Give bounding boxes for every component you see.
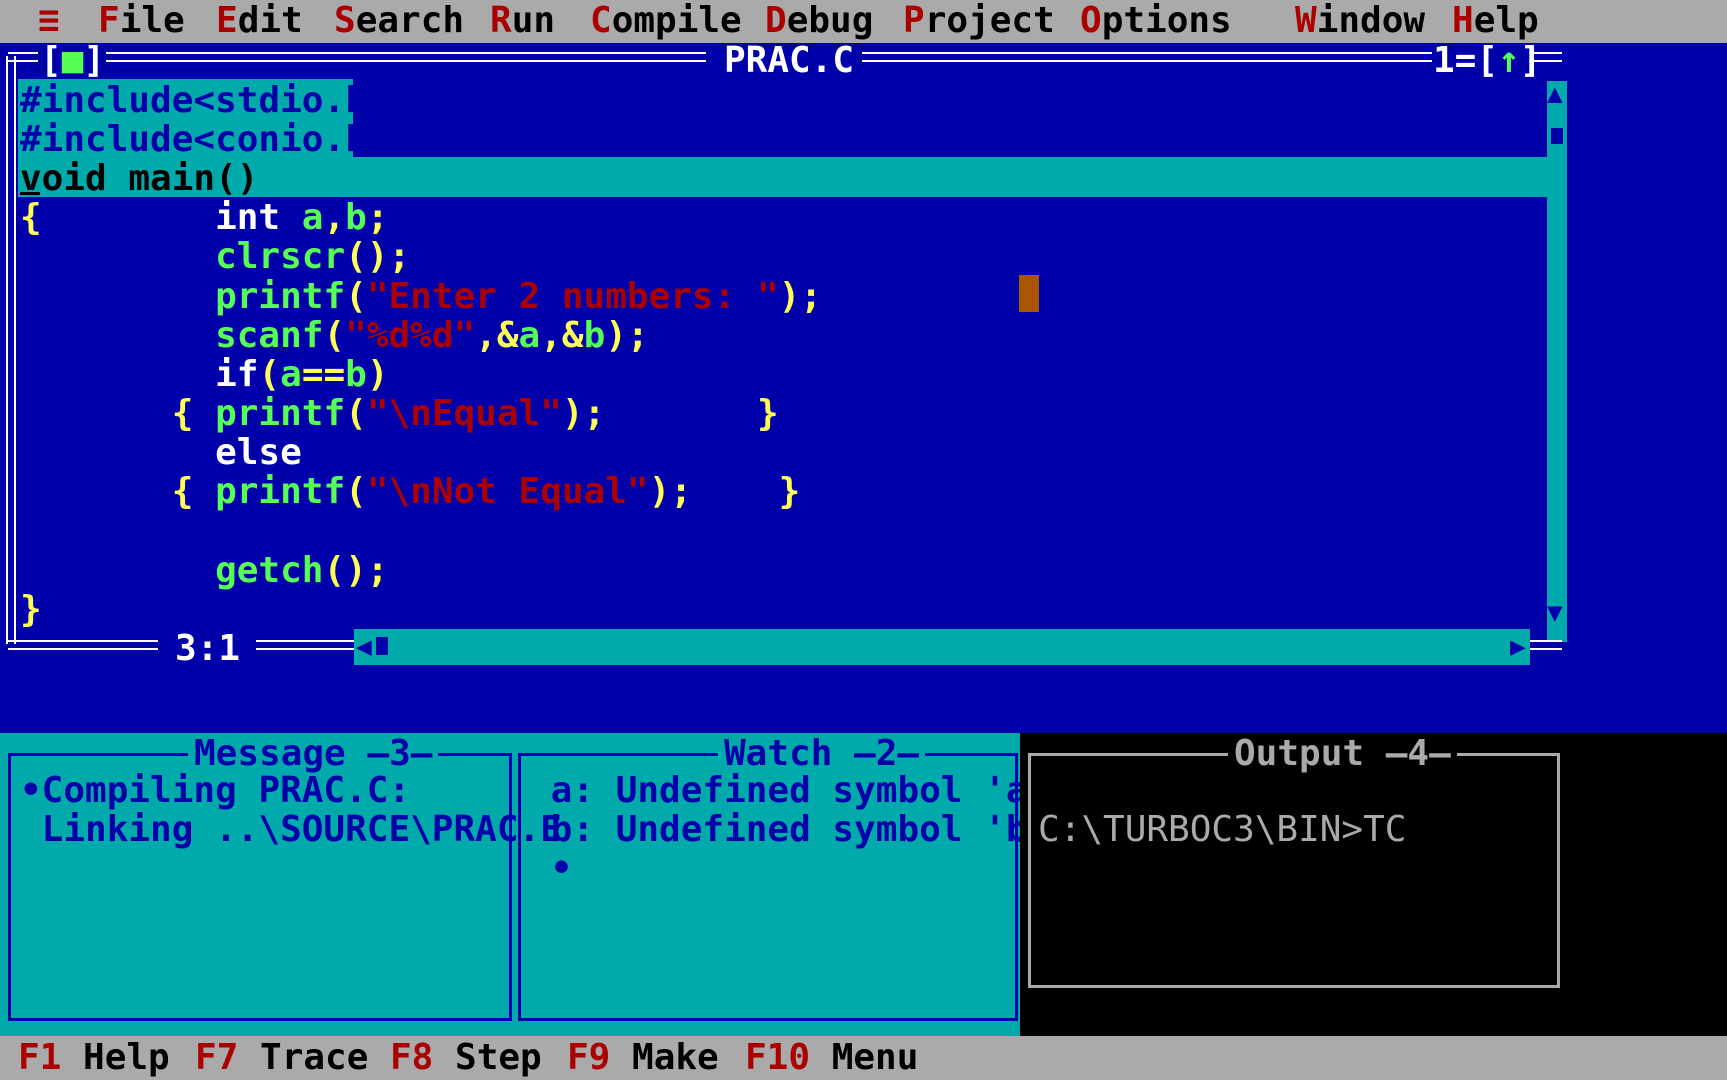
code-line[interactable]: #include<stdio.h>: [20, 83, 388, 119]
scroll-down-arrow-icon[interactable]: ▼: [1547, 600, 1563, 626]
message-line: Linking ..\SOURCE\PRAC.E: [20, 809, 562, 850]
output-line: C:\TURBOC3\BIN>TC: [1038, 809, 1407, 850]
status-bar: F1 Help F7 Trace F8 Step F9 Make F10 Men…: [0, 1036, 1727, 1080]
code-line[interactable]: { printf("\nNot Equal"); }: [20, 474, 801, 510]
fkey-step[interactable]: F8 Step: [390, 1040, 542, 1076]
panel-area: Message —3— •Compiling PRAC.C: Linking .…: [0, 733, 1727, 1036]
code-line[interactable]: }: [20, 592, 42, 628]
output-panel[interactable]: Output —4— C:\TURBOC3\BIN>TC: [1020, 733, 1727, 1036]
scroll-right-arrow-icon[interactable]: ▶: [1510, 634, 1526, 660]
menu-compile[interactable]: Compile: [590, 3, 742, 39]
menu-project[interactable]: Project: [903, 3, 1055, 39]
code-line[interactable]: #include<conio.h>: [20, 122, 388, 158]
vertical-scrollbar[interactable]: [1547, 81, 1567, 642]
menu-edit[interactable]: Edit: [216, 3, 303, 39]
code-line[interactable]: { int a,b;: [20, 200, 389, 236]
fkey-menu[interactable]: F10 Menu: [745, 1040, 918, 1076]
block-cursor: [1019, 275, 1039, 312]
editor-close-button[interactable]: [■]: [40, 43, 105, 79]
cursor-position: 3:1: [175, 628, 241, 669]
editor-frame-left: [6, 56, 16, 644]
fkey-make[interactable]: F9 Make: [567, 1040, 719, 1076]
text-cursor-underline: [20, 192, 40, 195]
fkey-help[interactable]: F1 Help: [18, 1040, 170, 1076]
menu-bar: ≡ File Edit Search Run Compile Debug Pro…: [0, 0, 1727, 43]
editor-frame-bottom-end: [1530, 640, 1562, 650]
menu-window[interactable]: Window: [1295, 3, 1425, 39]
code-line[interactable]: printf("Enter 2 numbers: ");: [20, 279, 822, 315]
output-frame: [1028, 753, 1560, 988]
watch-line: b: Undefined symbol 'b': [529, 809, 1050, 850]
scroll-up-arrow-icon[interactable]: ▲: [1547, 81, 1563, 107]
hscroll-thumb[interactable]: [376, 637, 388, 655]
code-line[interactable]: else: [20, 435, 302, 471]
scroll-thumb[interactable]: [1551, 128, 1563, 144]
editor-frame-top-right: [862, 52, 1432, 62]
menu-options[interactable]: Options: [1080, 3, 1232, 39]
watch-panel[interactable]: Watch —2— a: Undefined symbol 'a' b: Und…: [515, 733, 1049, 1036]
menu-run[interactable]: Run: [490, 3, 555, 39]
code-line[interactable]: { printf("\nEqual"); }: [20, 396, 779, 432]
editor-window-number[interactable]: 1=[↑]: [1433, 43, 1541, 79]
watch-line: a: Undefined symbol 'a': [529, 770, 1050, 811]
menu-help[interactable]: Help: [1452, 3, 1539, 39]
message-title: Message —3—: [188, 736, 439, 772]
editor-frame-bottom-mid: [256, 640, 354, 650]
message-line: •Compiling PRAC.C:: [20, 770, 411, 811]
editor-frame-top-mid: [106, 52, 706, 62]
menu-debug[interactable]: Debug: [765, 3, 873, 39]
code-line[interactable]: if(a==b): [20, 357, 388, 393]
scroll-left-arrow-icon[interactable]: ◀: [356, 634, 372, 660]
menu-file[interactable]: File: [98, 3, 185, 39]
horizontal-scrollbar[interactable]: [354, 629, 1530, 665]
editor-window: [■] PRAC.C 1=[↑] ▲ ▼ #include<stdio.h> #…: [0, 43, 1727, 733]
output-title: Output —4—: [1228, 736, 1457, 772]
watch-line: •: [529, 848, 573, 889]
code-line[interactable]: getch();: [20, 553, 388, 589]
system-menu-icon[interactable]: ≡: [38, 3, 60, 39]
fkey-trace[interactable]: F7 Trace: [195, 1040, 368, 1076]
message-panel[interactable]: Message —3— •Compiling PRAC.C: Linking .…: [0, 733, 562, 1036]
watch-title: Watch —2—: [718, 736, 926, 772]
editor-frame-bottom-left: [8, 640, 158, 650]
code-line[interactable]: scanf("%d%d",&a,&b);: [20, 318, 649, 354]
code-line[interactable]: clrscr();: [20, 239, 410, 275]
code-line[interactable]: void main(): [20, 161, 258, 197]
editor-title: PRAC.C: [724, 40, 855, 81]
editor-frame-top-end: [1530, 52, 1562, 62]
menu-search[interactable]: Search: [334, 3, 464, 39]
